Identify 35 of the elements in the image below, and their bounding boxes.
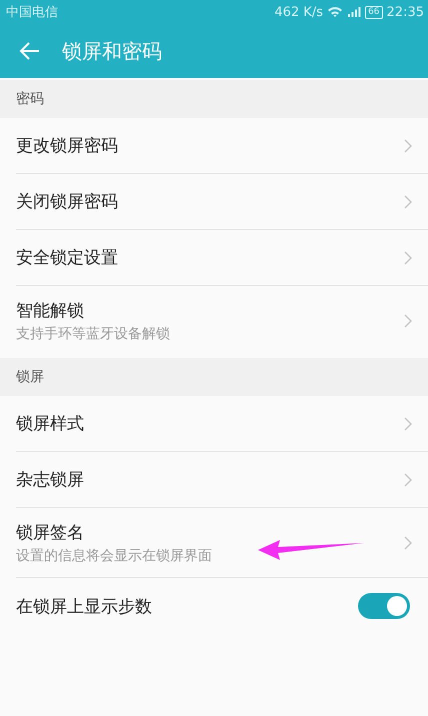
settings-row[interactable]: 关闭锁屏密码 <box>16 174 428 230</box>
setting-label: 更改锁屏密码 <box>16 135 118 157</box>
chevron-icon <box>404 472 412 486</box>
setting-label: 安全锁定设置 <box>16 247 118 269</box>
chevron-icon <box>404 194 412 208</box>
setting-label: 锁屏签名 <box>16 522 85 544</box>
section-title: 锁屏 <box>16 368 44 386</box>
chevron-icon <box>404 416 412 430</box>
back-arrow-icon <box>18 41 40 61</box>
settings-row[interactable]: 杂志锁屏 <box>16 452 428 508</box>
setting-label: 智能解锁 <box>16 300 85 322</box>
setting-label: 在锁屏上显示步数 <box>16 596 152 618</box>
setting-label: 锁屏样式 <box>16 413 84 435</box>
settings-row[interactable]: 锁屏样式 <box>16 396 428 452</box>
wifi-icon <box>327 6 344 18</box>
back-button[interactable] <box>18 41 40 61</box>
chevron-icon <box>404 314 412 328</box>
setting-description: 设置的信息将会显示在锁屏界面 <box>16 546 212 564</box>
setting-label: 杂志锁屏 <box>16 469 84 491</box>
section-title: 密码 <box>16 90 44 108</box>
chevron-icon <box>404 138 412 152</box>
settings-row[interactable]: 智能解锁 支持手环等蓝牙设备解锁 <box>16 286 428 356</box>
clock: 22:35 <box>386 4 424 20</box>
page-title: 锁屏和密码 <box>62 38 162 64</box>
chevron-icon <box>404 536 412 550</box>
battery-icon: 66 <box>365 6 383 18</box>
signal-icon <box>347 6 362 18</box>
carrier-name: 中国电信 <box>6 4 58 21</box>
network-speed: 462 K/s <box>274 4 324 20</box>
setting-description: 支持手环等蓝牙设备解锁 <box>16 325 170 343</box>
toggle-switch[interactable] <box>358 593 410 619</box>
chevron-icon <box>404 250 412 264</box>
setting-label: 关闭锁屏密码 <box>16 191 118 213</box>
settings-row[interactable]: 安全锁定设置 <box>16 230 428 286</box>
settings-row[interactable]: 更改锁屏密码 <box>16 118 428 174</box>
